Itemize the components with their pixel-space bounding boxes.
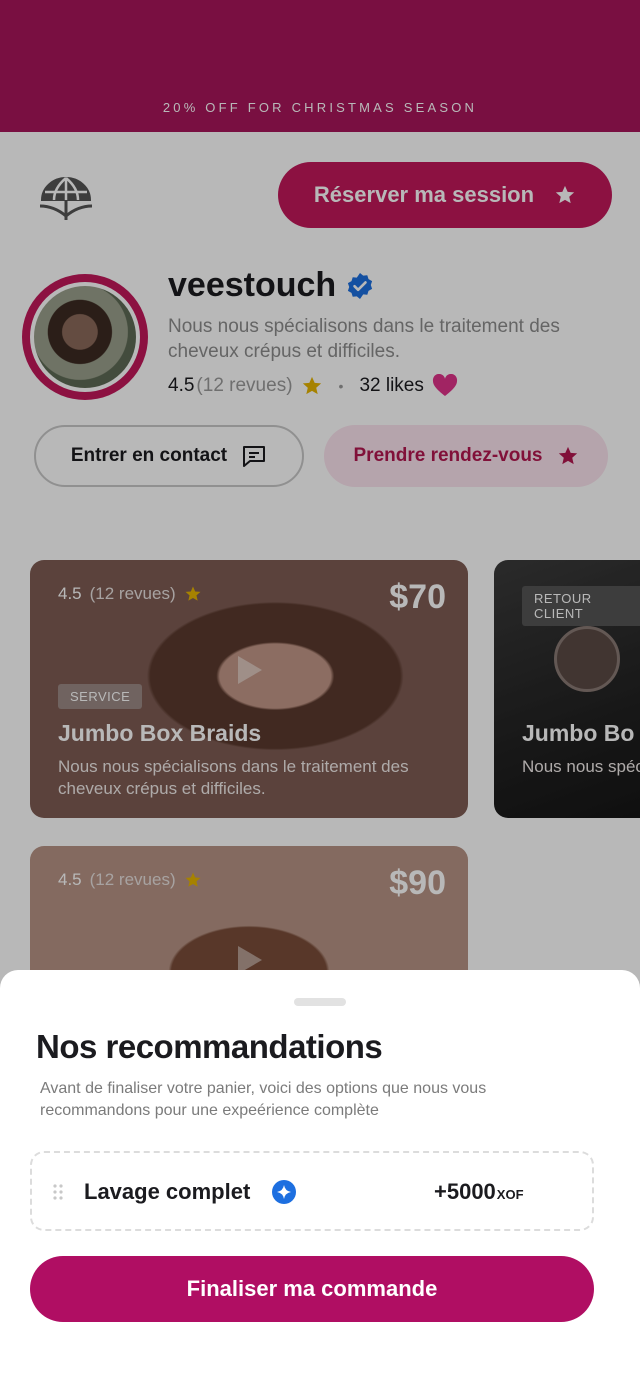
recommendation-name: Lavage complet	[84, 1179, 251, 1204]
sheet-subtitle: Avant de finaliser votre panier, voici d…	[40, 1080, 487, 1119]
sheet-title: Nos recommandations	[36, 1028, 383, 1065]
checkout-button[interactable]: Finaliser ma commande	[30, 1256, 594, 1322]
recommendations-sheet: Nos recommandations Avant de finaliser v…	[0, 970, 640, 1386]
drag-grip-icon[interactable]	[52, 1183, 64, 1201]
checkout-label: Finaliser ma commande	[186, 1276, 438, 1301]
drag-handle[interactable]	[294, 998, 346, 1006]
recommendation-price: +5000XOF	[434, 1179, 524, 1205]
sparkle-badge-icon	[272, 1180, 296, 1204]
price-currency: XOF	[496, 1187, 524, 1202]
recommendation-item[interactable]: Lavage complet +5000XOF	[30, 1151, 594, 1231]
price-amount: +5000	[434, 1179, 496, 1204]
